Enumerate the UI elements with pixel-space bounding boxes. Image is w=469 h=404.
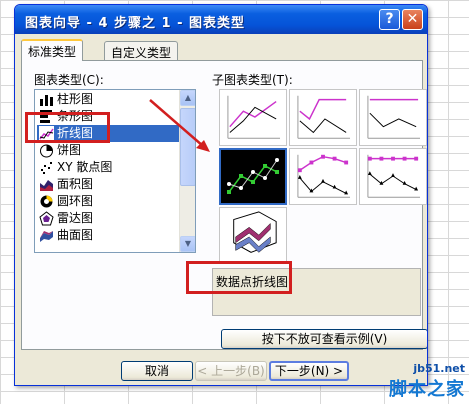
scroll-up-icon[interactable]: ▲ (180, 90, 195, 106)
chart-type-label: 图表类型(C): (34, 73, 104, 87)
pie-chart-icon (40, 144, 53, 158)
list-item-label: 曲面图 (57, 228, 94, 242)
back-button: < 上一步(B) (195, 361, 267, 381)
subtype-percent-stacked-line-with-markers[interactable] (359, 148, 427, 205)
subtype-line-with-markers[interactable] (219, 148, 287, 205)
chart-type-scrollbar[interactable]: ▲ ▼ (179, 90, 195, 252)
title-bar: 图表向导 - 4 步骤之 1 - 图表类型 ? ✕ (15, 5, 427, 34)
list-item-label: 雷达图 (57, 211, 94, 225)
subtype-grid (219, 89, 427, 264)
list-item-area[interactable]: 面积图 (37, 176, 179, 193)
radar-chart-icon (39, 211, 54, 226)
subtype-percent-stacked-line[interactable] (359, 89, 427, 146)
3d-line-icon (233, 211, 277, 253)
list-item-column[interactable]: 柱形图 (37, 91, 179, 108)
highlight-line-chart (25, 112, 110, 143)
tab-custom-types[interactable]: 自定义类型 (104, 41, 179, 60)
list-item-scatter[interactable]: XY 散点图 (37, 159, 179, 176)
list-item-label: XY 散点图 (57, 160, 113, 174)
list-item-label: 饼图 (57, 143, 82, 157)
subtype-3d-line[interactable] (219, 207, 287, 264)
chart-wizard-dialog: 图表向导 - 4 步骤之 1 - 图表类型 ? ✕ 标准类型 自定义类型 图表类… (14, 4, 428, 386)
watermark: jb51.net 脚本之家 (389, 362, 465, 401)
watermark-url: jb51.net (413, 362, 465, 375)
subtype-stacked-line-with-markers[interactable] (289, 148, 357, 205)
preview-sample-button[interactable]: 按下不放可查看示例(V) (221, 329, 427, 349)
watermark-name: 脚本之家 (389, 379, 465, 400)
percent-stacked-line-with-markers-icon (367, 154, 421, 198)
area-chart-icon (40, 180, 53, 191)
tab-standard-types[interactable]: 标准类型 (21, 39, 84, 61)
percent-stacked-line-icon (367, 95, 421, 139)
list-item-label: 柱形图 (57, 92, 94, 106)
stacked-line-icon (297, 95, 351, 139)
list-item-label: 圆环图 (57, 194, 94, 208)
next-button[interactable]: 下一步(N) > (269, 361, 349, 381)
column-chart-icon (40, 95, 53, 106)
help-button[interactable]: ? (379, 9, 400, 30)
standard-types-panel: 图表类型(C): 柱形图 条形图 折线图 饼图 XY 散点图 面积图 圆环图 雷… (21, 60, 427, 350)
highlight-description (186, 261, 292, 294)
doughnut-chart-icon (40, 195, 53, 208)
stacked-line-with-markers-icon (297, 154, 351, 198)
line-icon (227, 95, 281, 139)
subtype-stacked-line[interactable] (289, 89, 357, 146)
window-title: 图表向导 - 4 步骤之 1 - 图表类型 (25, 16, 246, 31)
subtype-line[interactable] (219, 89, 287, 146)
scatter-chart-icon (41, 162, 52, 174)
list-item-doughnut[interactable]: 圆环图 (37, 193, 179, 210)
list-item-label: 面积图 (57, 177, 94, 191)
scroll-down-icon[interactable]: ▼ (180, 236, 195, 252)
list-item-radar[interactable]: 雷达图 (37, 210, 179, 227)
subtype-label: 子图表类型(T): (212, 73, 293, 87)
surface-chart-icon (40, 231, 53, 242)
line-with-markers-icon (227, 158, 279, 194)
scroll-thumb[interactable] (180, 108, 195, 186)
close-button[interactable]: ✕ (402, 9, 423, 30)
list-item-surface[interactable]: 曲面图 (37, 227, 179, 244)
list-item-pie[interactable]: 饼图 (37, 142, 179, 159)
cancel-button[interactable]: 取消 (121, 361, 193, 381)
